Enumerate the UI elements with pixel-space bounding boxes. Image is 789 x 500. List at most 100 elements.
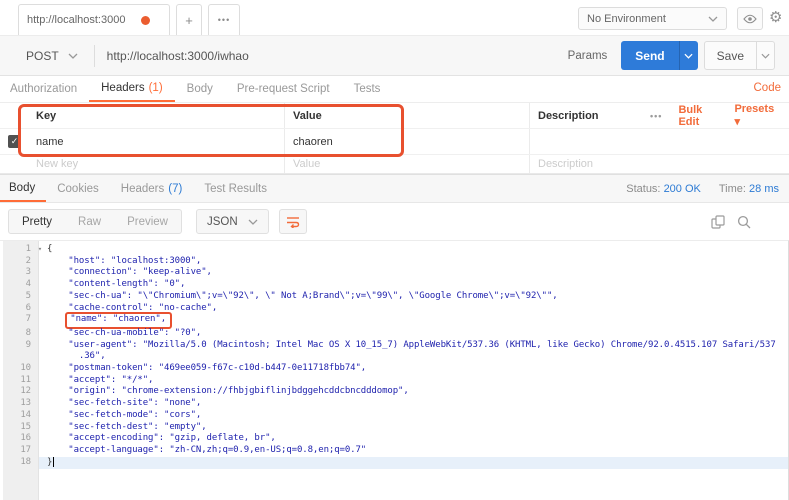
tab-headers-label: Headers xyxy=(101,82,144,94)
code-line: 10 "postman-token": "469ee059-f67c-c10d-… xyxy=(0,363,788,375)
response-stats: Status: 200 OK Time: 28 ms xyxy=(626,175,779,202)
response-tab-headers-count: (7) xyxy=(168,183,182,195)
headers-table-header: Key Value Description ••• Bulk Edit Pres… xyxy=(0,103,789,129)
code-line: 8 "sec-ch-ua-mobile": "?0", xyxy=(0,328,788,340)
request-bar: POST http://localhost:3000/iwhao Params … xyxy=(0,36,789,76)
code-line: 5 "sec-ch-ua": "\"Chromium\";v=\"92\", \… xyxy=(0,291,788,303)
line-number: 13 xyxy=(0,398,39,410)
response-tab-body[interactable]: Body xyxy=(0,175,46,202)
search-icon[interactable] xyxy=(737,215,751,229)
code-line: 12 "origin": "chrome-extension://fhbjgbi… xyxy=(0,386,788,398)
save-button[interactable]: Save xyxy=(705,42,756,69)
header-row: ✓ name chaoren xyxy=(0,129,789,155)
code-line: 4 "content-length": "0", xyxy=(0,279,788,291)
tab-body[interactable]: Body xyxy=(175,76,225,102)
line-text: "sec-fetch-mode": "cors", xyxy=(39,410,788,422)
tab-authorization[interactable]: Authorization xyxy=(0,76,89,102)
row-checkbox[interactable]: ✓ xyxy=(8,135,21,148)
new-value-input[interactable]: Value xyxy=(285,155,530,173)
code-line: 13 "sec-fetch-site": "none", xyxy=(0,398,788,410)
settings-gear-icon[interactable]: ⚙ xyxy=(769,8,782,26)
code-link[interactable]: Code xyxy=(754,82,782,94)
line-text: "accept-encoding": "gzip, deflate, br", xyxy=(39,433,788,445)
code-line: 3 "connection": "keep-alive", xyxy=(0,267,788,279)
method-label: POST xyxy=(26,49,59,63)
presets-dropdown[interactable]: Presets ▾ xyxy=(734,103,775,128)
fold-arrow-icon[interactable]: ▾ xyxy=(38,244,42,256)
tab-tests[interactable]: Tests xyxy=(342,76,393,102)
description-cell[interactable] xyxy=(530,129,650,154)
chevron-down-icon xyxy=(761,53,770,59)
copy-icon[interactable] xyxy=(711,215,725,229)
value-cell[interactable]: chaoren xyxy=(285,129,530,154)
save-button-group: Save xyxy=(704,41,775,70)
line-number: 9 xyxy=(0,340,39,363)
tab-pre-request-script[interactable]: Pre-request Script xyxy=(225,76,342,102)
line-text: "accept-language": "zh-CN,zh;q=0.9,en-US… xyxy=(39,445,788,457)
view-raw[interactable]: Raw xyxy=(65,210,114,233)
send-button-group: Send xyxy=(621,41,697,70)
line-text: "user-agent": "Mozilla/5.0 (Macintosh; I… xyxy=(39,340,788,363)
line-number: 15 xyxy=(0,422,39,434)
response-tab-cookies[interactable]: Cookies xyxy=(46,175,110,202)
code-line: 14 "sec-fetch-mode": "cors", xyxy=(0,410,788,422)
save-options-button[interactable] xyxy=(756,42,774,69)
line-text: } xyxy=(39,457,788,469)
line-number: 17 xyxy=(0,445,39,457)
chevron-down-icon xyxy=(248,219,258,225)
new-key-input[interactable]: New key xyxy=(28,155,285,173)
format-select[interactable]: JSON xyxy=(196,209,269,234)
line-number: 18 xyxy=(0,457,39,469)
time-value: 28 ms xyxy=(749,183,779,195)
format-label: JSON xyxy=(207,216,238,228)
response-tab-test-results[interactable]: Test Results xyxy=(193,175,278,202)
request-tab[interactable]: http://localhost:3000 xyxy=(18,4,170,35)
line-number: 5 xyxy=(0,291,39,303)
line-number: 16 xyxy=(0,433,39,445)
code-line: 18} xyxy=(0,457,788,469)
line-text: "name": "chaoren", xyxy=(39,314,788,328)
unsaved-dot-icon xyxy=(141,16,150,25)
new-header-row: New key Value Description xyxy=(0,155,789,174)
line-number: 1▾ xyxy=(0,244,39,256)
more-options-icon[interactable]: ••• xyxy=(650,111,662,121)
code-line: 17 "accept-language": "zh-CN,zh;q=0.9,en… xyxy=(0,445,788,457)
new-description-input[interactable]: Description xyxy=(530,155,650,173)
line-text: "postman-token": "469ee059-f67c-c10d-b44… xyxy=(39,363,788,375)
new-tab-button[interactable]: + xyxy=(176,4,202,35)
environment-select[interactable]: No Environment xyxy=(578,7,727,30)
code-line: 9 "user-agent": "Mozilla/5.0 (Macintosh;… xyxy=(0,340,788,363)
key-cell[interactable]: name xyxy=(28,129,285,154)
view-pretty[interactable]: Pretty xyxy=(9,210,65,233)
response-body-editor[interactable]: 1▾{2 "host": "localhost:3000",3 "connect… xyxy=(0,240,789,500)
code-line: 2 "host": "localhost:3000", xyxy=(0,256,788,268)
postman-app: http://localhost:3000 + ••• No Environme… xyxy=(0,0,789,500)
view-preview[interactable]: Preview xyxy=(114,210,181,233)
request-tabs: Authorization Headers (1) Body Pre-reque… xyxy=(0,76,789,103)
wrap-text-button[interactable] xyxy=(279,209,307,234)
send-options-button[interactable] xyxy=(679,41,698,70)
line-number: 14 xyxy=(0,410,39,422)
url-input[interactable]: http://localhost:3000/iwhao xyxy=(95,36,554,75)
bulk-edit-link[interactable]: Bulk Edit xyxy=(678,104,718,128)
tab-headers[interactable]: Headers (1) xyxy=(89,76,175,102)
status-badge: Status: 200 OK xyxy=(626,183,701,195)
line-text: { xyxy=(39,244,788,256)
send-button[interactable]: Send xyxy=(621,41,678,70)
request-tab-title: http://localhost:3000 xyxy=(27,14,139,26)
eye-icon xyxy=(743,14,757,24)
response-tab-headers[interactable]: Headers (7) xyxy=(110,175,194,202)
row-check-col: ✓ xyxy=(0,129,28,154)
params-button[interactable]: Params xyxy=(554,50,622,62)
environment-preview-button[interactable] xyxy=(737,7,763,30)
line-number: 8 xyxy=(0,328,39,340)
tab-options-button[interactable]: ••• xyxy=(208,4,240,35)
line-text: "sec-fetch-dest": "empty", xyxy=(39,422,788,434)
view-switcher: Pretty Raw Preview xyxy=(8,209,182,234)
topbar: http://localhost:3000 + ••• No Environme… xyxy=(0,0,789,36)
header-check-col xyxy=(0,103,28,128)
line-number: 10 xyxy=(0,363,39,375)
line-number: 7 xyxy=(0,314,39,328)
line-number: 4 xyxy=(0,279,39,291)
method-select[interactable]: POST xyxy=(0,36,94,75)
